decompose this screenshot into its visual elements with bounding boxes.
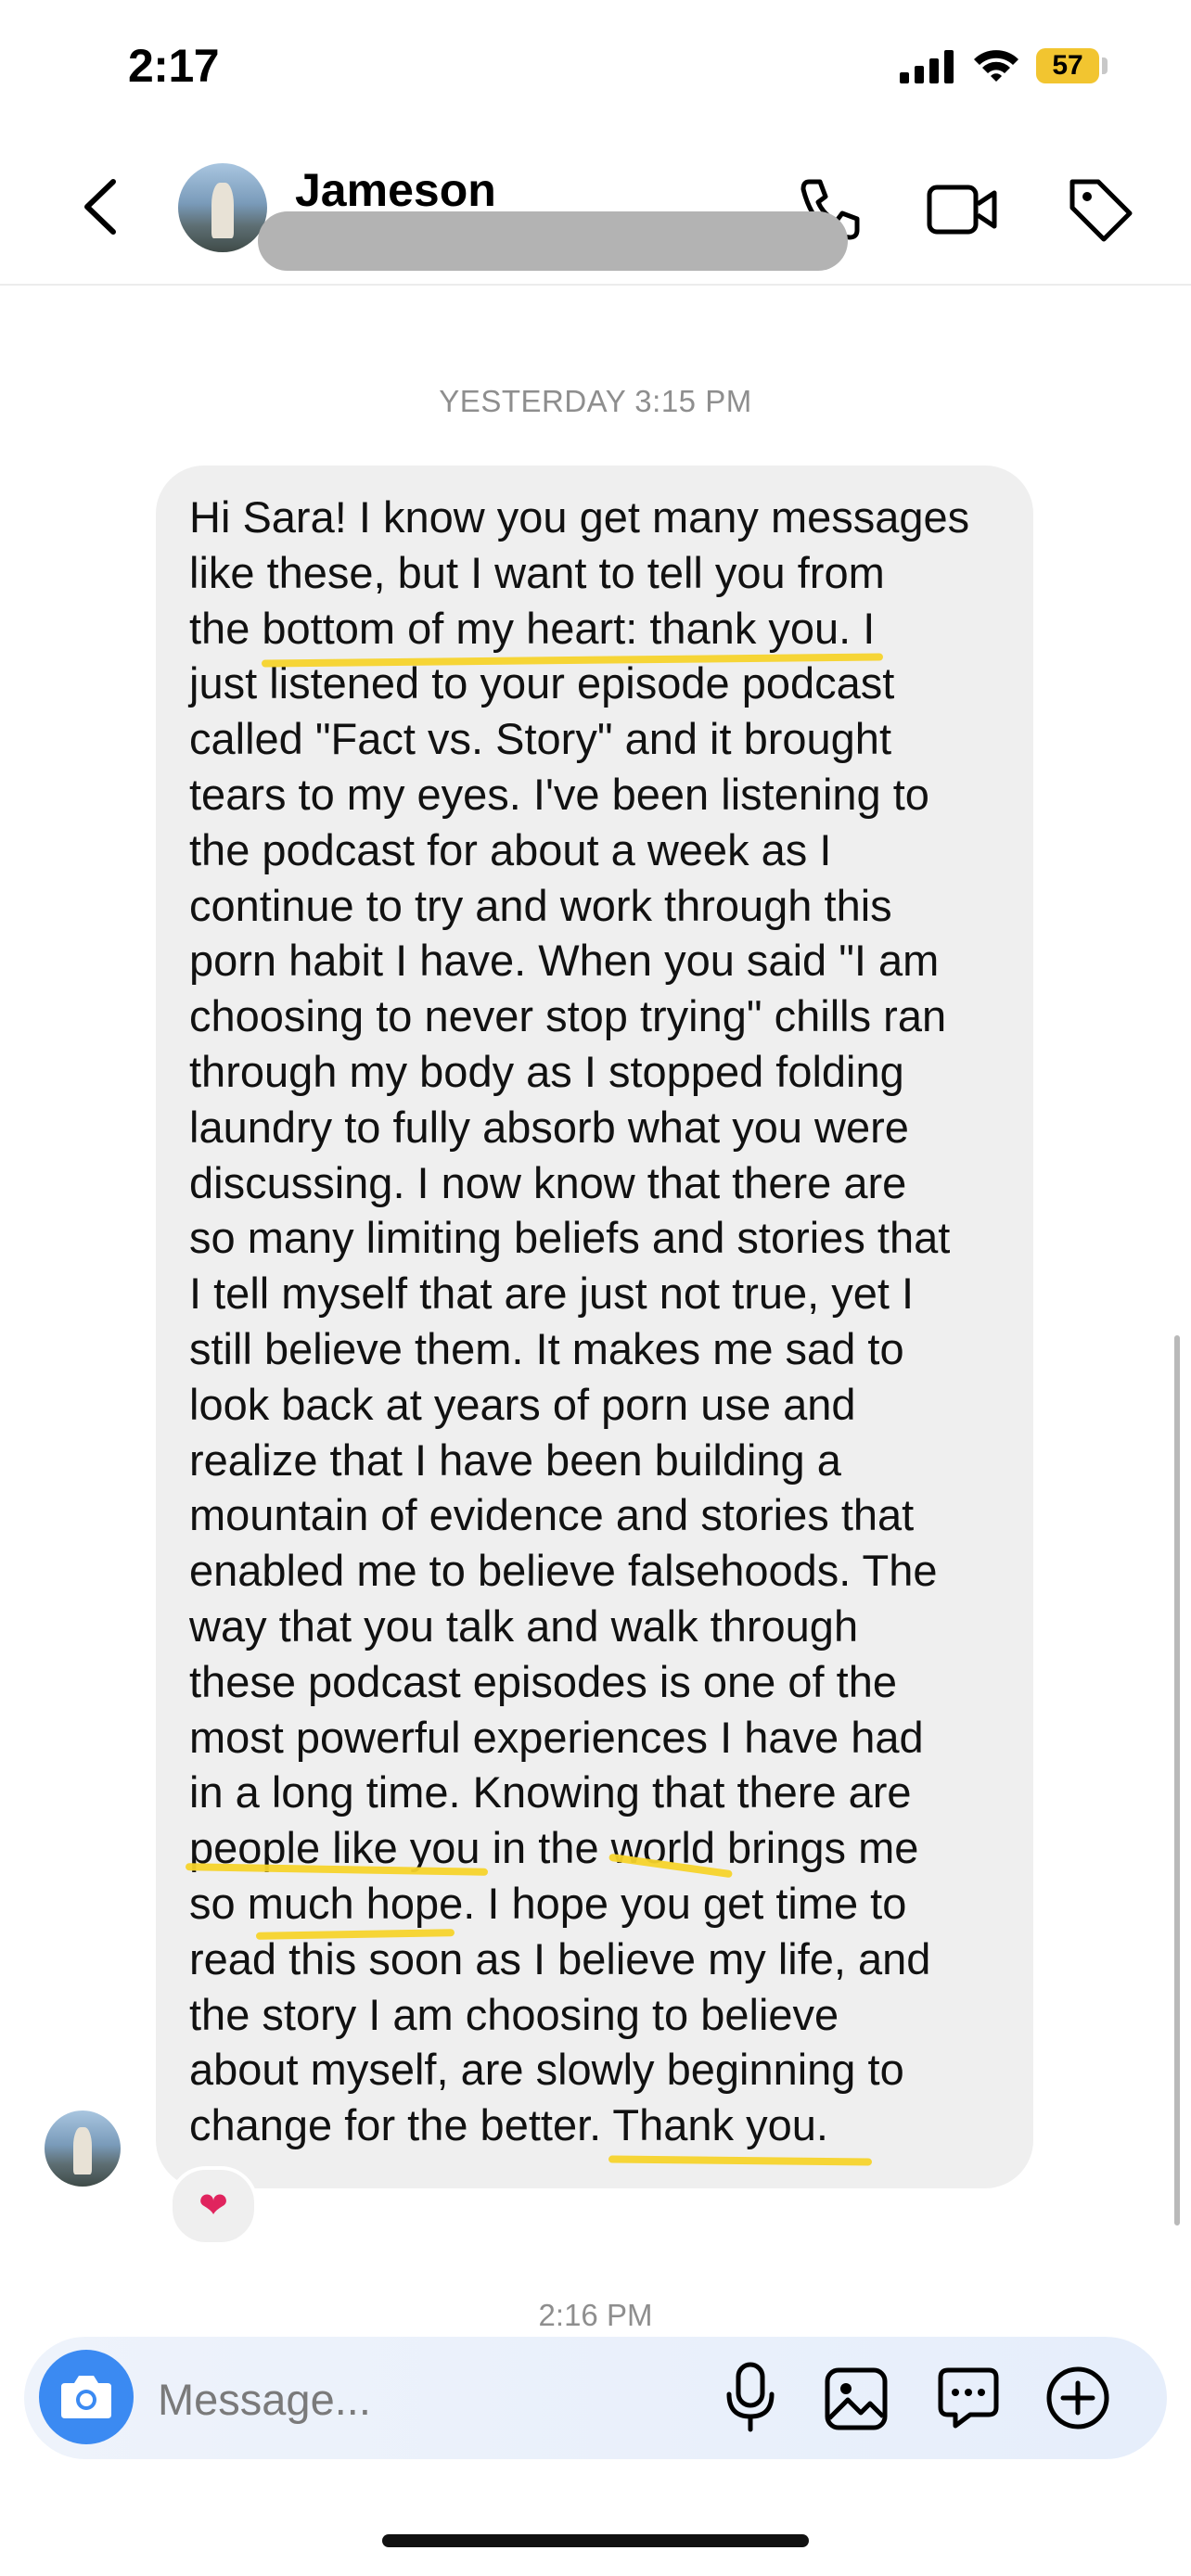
video-camera-icon[interactable] [926,182,1000,237]
cellular-signal-icon [900,50,954,83]
timestamp: 2:16 PM [538,2298,653,2332]
header-divider [0,284,1191,286]
wifi-icon [974,50,1018,82]
tag-icon[interactable] [1065,174,1135,245]
image-icon[interactable] [824,2366,889,2431]
camera-button[interactable] [39,2350,134,2444]
battery-indicator: 57 [1036,48,1099,83]
sender-avatar[interactable] [45,2111,121,2187]
home-indicator[interactable] [382,2534,809,2547]
camera-icon [61,2376,111,2418]
avatar[interactable] [178,163,267,252]
battery-tip [1102,57,1108,74]
message-input[interactable] [156,2370,698,2428]
plus-circle-icon[interactable] [1044,2365,1111,2431]
timestamp: YESTERDAY 3:15 PM [439,384,752,418]
contact-name[interactable]: Jameson [295,163,496,217]
redacted-subtitle [258,211,848,271]
microphone-icon[interactable] [722,2361,779,2435]
chevron-left-icon[interactable] [78,176,121,237]
message-text: Hi Sara! I know you get many messages li… [189,492,970,2150]
scrollbar[interactable] [1174,1335,1180,2225]
heart-reaction-icon[interactable]: ❤ [169,2166,258,2246]
chat-bubble-icon[interactable] [935,2365,1002,2431]
status-time: 2:17 [128,40,220,92]
